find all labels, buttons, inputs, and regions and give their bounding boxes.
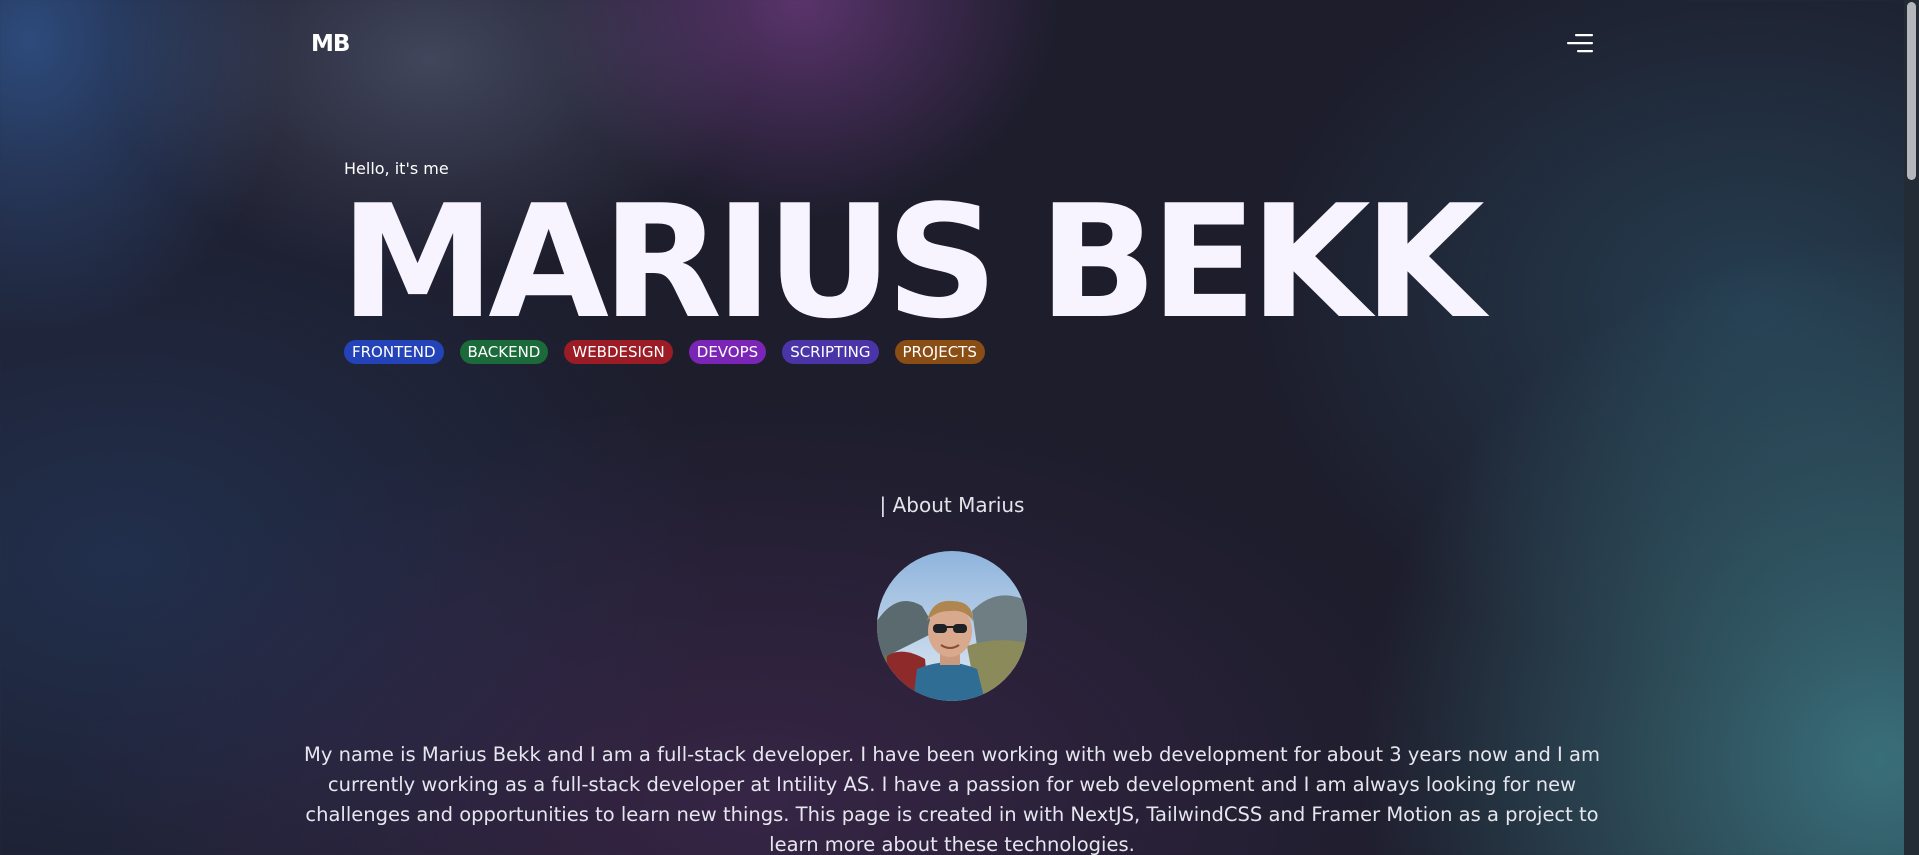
- avatar: [877, 551, 1027, 701]
- hero-name: MARIUS BEKK: [340, 171, 1485, 353]
- menu-button[interactable]: [1567, 33, 1593, 53]
- tag-frontend[interactable]: FRONTEND: [344, 340, 444, 364]
- tag-backend[interactable]: BACKEND: [459, 340, 549, 364]
- scrollbar-thumb[interactable]: [1907, 2, 1916, 180]
- menu-icon: [1567, 34, 1593, 53]
- tag-projects[interactable]: PROJECTS: [894, 340, 985, 364]
- tag-scripting[interactable]: SCRIPTING: [782, 340, 879, 364]
- page-scrollbar[interactable]: [1904, 0, 1919, 855]
- profile-photo: [877, 551, 1027, 701]
- tag-devops[interactable]: DEVOPS: [688, 340, 767, 364]
- site-logo[interactable]: MB: [311, 31, 350, 57]
- about-description: My name is Marius Bekk and I am a full-s…: [304, 743, 1600, 855]
- about-heading: | About Marius: [879, 493, 1025, 517]
- tag-webdesign[interactable]: WEBDESIGN: [564, 340, 673, 364]
- skill-tags: FRONTEND BACKEND WEBDESIGN DEVOPS SCRIPT…: [344, 340, 985, 364]
